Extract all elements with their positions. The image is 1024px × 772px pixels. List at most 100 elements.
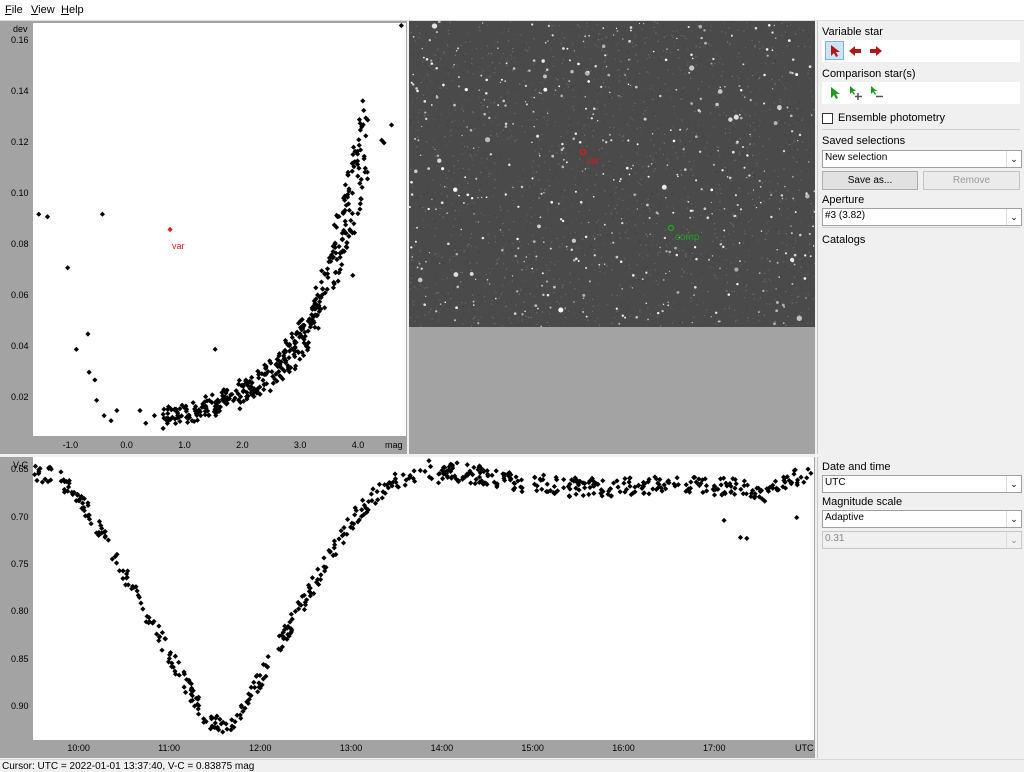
noise-pixel bbox=[673, 106, 674, 107]
noise-pixel bbox=[659, 252, 660, 253]
noise-pixel bbox=[812, 101, 813, 102]
noise-pixel bbox=[677, 37, 678, 38]
noise-pixel bbox=[476, 308, 477, 309]
menu-view[interactable]: View bbox=[31, 4, 55, 16]
star bbox=[453, 187, 457, 191]
aperture-dropdown[interactable]: #3 (3.82) ⌄ bbox=[822, 208, 1022, 226]
noise-pixel bbox=[778, 120, 779, 121]
data-point bbox=[117, 568, 122, 573]
noise-pixel bbox=[597, 296, 598, 297]
noise-pixel bbox=[752, 248, 753, 249]
noise-pixel bbox=[438, 48, 439, 49]
noise-pixel bbox=[779, 79, 780, 80]
noise-pixel bbox=[697, 45, 698, 46]
noise-pixel bbox=[637, 128, 638, 129]
noise-pixel bbox=[609, 96, 610, 97]
noise-pixel bbox=[507, 166, 508, 167]
arrow-right-icon[interactable] bbox=[867, 42, 885, 60]
noise-pixel bbox=[532, 69, 533, 70]
noise-pixel bbox=[747, 22, 748, 23]
noise-pixel bbox=[627, 238, 628, 239]
noise-pixel bbox=[755, 323, 756, 324]
remove-star-icon[interactable] bbox=[868, 84, 886, 102]
data-point bbox=[744, 536, 749, 541]
saved-selections-dropdown[interactable]: New selection ⌄ bbox=[822, 150, 1022, 168]
noise-pixel bbox=[688, 275, 689, 276]
date-time-dropdown[interactable]: UTC ⌄ bbox=[822, 475, 1022, 493]
data-point bbox=[351, 145, 356, 150]
noise-pixel bbox=[467, 71, 468, 72]
data-point bbox=[428, 464, 433, 469]
noise-pixel bbox=[570, 207, 571, 208]
noise-pixel bbox=[731, 291, 732, 292]
noise-pixel bbox=[663, 293, 664, 294]
star bbox=[712, 255, 714, 257]
noise-pixel bbox=[793, 141, 794, 142]
menu-help[interactable]: Help bbox=[61, 4, 84, 16]
noise-pixel bbox=[683, 227, 684, 228]
noise-pixel bbox=[566, 228, 567, 229]
arrow-left-icon[interactable] bbox=[846, 42, 864, 60]
star-field-image[interactable] bbox=[409, 21, 815, 327]
ensemble-checkbox[interactable] bbox=[822, 113, 833, 124]
noise-pixel bbox=[578, 239, 579, 240]
noise-pixel bbox=[715, 226, 716, 227]
mag-dev-chart[interactable]: dev mag 0.160.140.120.100.080.060.040.02… bbox=[0, 21, 407, 454]
menu-file[interactable]: File bbox=[5, 4, 23, 16]
noise-pixel bbox=[771, 160, 772, 161]
noise-pixel bbox=[586, 218, 587, 219]
magnitude-scale-dropdown[interactable]: Adaptive ⌄ bbox=[822, 510, 1022, 528]
select-cursor-green-icon[interactable] bbox=[826, 84, 844, 102]
data-point bbox=[541, 473, 546, 478]
noise-pixel bbox=[592, 311, 593, 312]
noise-pixel bbox=[679, 75, 680, 76]
noise-pixel bbox=[691, 170, 692, 171]
noise-pixel bbox=[537, 319, 538, 320]
noise-pixel bbox=[764, 121, 765, 122]
noise-pixel bbox=[458, 309, 459, 310]
noise-pixel bbox=[634, 147, 635, 148]
noise-pixel bbox=[566, 83, 567, 84]
noise-pixel bbox=[503, 247, 504, 248]
remove-button[interactable]: Remove bbox=[923, 171, 1020, 190]
noise-pixel bbox=[624, 218, 625, 219]
noise-pixel bbox=[678, 68, 679, 69]
add-star-icon[interactable] bbox=[847, 84, 865, 102]
noise-pixel bbox=[658, 284, 659, 285]
noise-pixel bbox=[759, 249, 760, 250]
star bbox=[427, 167, 430, 170]
noise-pixel bbox=[435, 107, 436, 108]
noise-pixel bbox=[564, 37, 565, 38]
noise-pixel bbox=[530, 207, 531, 208]
noise-pixel bbox=[478, 275, 479, 276]
noise-pixel bbox=[673, 218, 674, 219]
noise-pixel bbox=[414, 286, 415, 287]
noise-pixel bbox=[779, 26, 780, 27]
save-as-button[interactable]: Save as... bbox=[822, 171, 918, 190]
noise-pixel bbox=[506, 268, 507, 269]
light-curve-chart[interactable]: V-C UTC 0.650.700.750.800.850.90 10:0011… bbox=[0, 457, 815, 758]
noise-pixel bbox=[651, 275, 652, 276]
noise-pixel bbox=[759, 242, 760, 243]
noise-pixel bbox=[692, 250, 693, 251]
noise-pixel bbox=[618, 310, 619, 311]
noise-pixel bbox=[654, 27, 655, 28]
noise-pixel bbox=[620, 238, 621, 239]
noise-pixel bbox=[755, 165, 756, 166]
star bbox=[543, 88, 547, 92]
noise-pixel bbox=[459, 210, 460, 211]
noise-pixel bbox=[532, 235, 533, 236]
star-chart-panel[interactable]: var comp bbox=[409, 21, 815, 454]
noise-pixel bbox=[765, 239, 766, 240]
noise-pixel bbox=[598, 39, 599, 40]
noise-pixel bbox=[652, 245, 653, 246]
noise-pixel bbox=[536, 312, 537, 313]
noise-pixel bbox=[791, 208, 792, 209]
catalogs-label[interactable]: Catalogs bbox=[822, 234, 865, 246]
select-cursor-icon[interactable] bbox=[825, 41, 844, 60]
star bbox=[679, 129, 681, 131]
noise-pixel bbox=[595, 207, 596, 208]
magnitude-range-field[interactable]: 0.31 ⌄ bbox=[822, 531, 1022, 549]
noise-pixel bbox=[778, 166, 779, 167]
star bbox=[555, 89, 557, 91]
